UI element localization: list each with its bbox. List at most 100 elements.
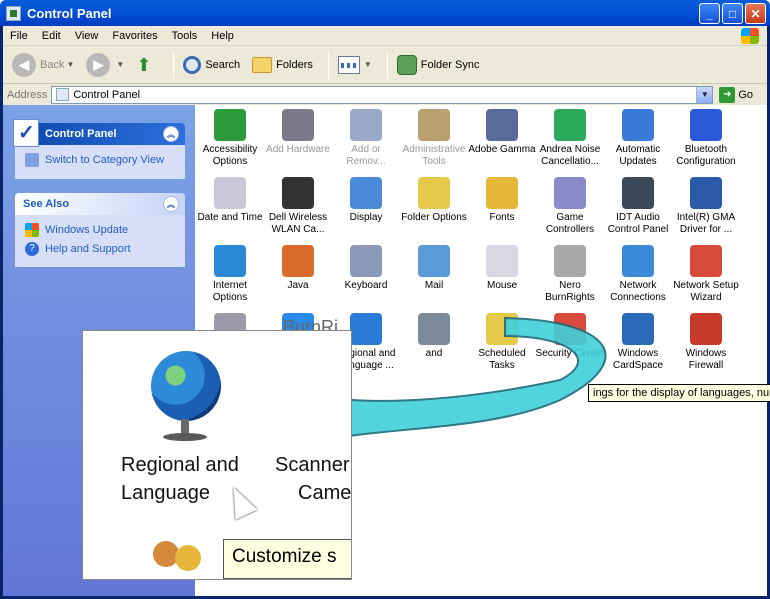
cp-item-label: Internet Options (212, 280, 248, 303)
cp-item-label: Game Controllers (545, 212, 595, 235)
zoom-tooltip: Customize s (223, 539, 351, 579)
cp-item-icon (690, 109, 722, 141)
cp-item[interactable]: Adobe Gamma (467, 109, 537, 156)
cp-item[interactable]: Andrea Noise Cancellatio... (535, 109, 605, 168)
cp-item-icon (418, 313, 450, 345)
cp-item-icon (214, 177, 246, 209)
cp-item[interactable]: Network Setup Wizard (671, 245, 741, 304)
cp-item-label: Windows Firewall (685, 348, 727, 371)
close-button[interactable]: ✕ (745, 3, 766, 24)
cp-item-icon (622, 245, 654, 277)
folder-icon (252, 56, 273, 73)
cp-item[interactable]: Dell Wireless WLAN Ca... (263, 177, 333, 236)
switch-category-view-link[interactable]: Switch to Category View (25, 153, 175, 167)
cp-item-icon (690, 177, 722, 209)
cp-item[interactable]: Automatic Updates (603, 109, 673, 168)
menu-help[interactable]: Help (204, 30, 241, 42)
chevron-down-icon[interactable]: ▼ (66, 60, 74, 69)
cp-item[interactable]: Keyboard (331, 245, 401, 292)
menu-file[interactable]: File (3, 30, 35, 42)
cp-item[interactable]: Windows CardSpace (603, 313, 673, 372)
back-button[interactable]: ◀ Back ▼ (9, 50, 77, 80)
folders-button[interactable]: Folders (249, 50, 316, 80)
cp-item-icon (486, 109, 518, 141)
cp-item-label: Display (349, 212, 383, 223)
folders-label: Folders (276, 58, 313, 71)
cp-item-label: Bluetooth Configuration (676, 144, 736, 167)
views-button[interactable]: ▼ (335, 50, 375, 80)
cp-item[interactable]: Internet Options (195, 245, 265, 304)
see-also-header[interactable]: See Also ︽ (15, 193, 185, 215)
menu-tools[interactable]: Tools (165, 30, 205, 42)
cp-item[interactable]: Folder Options (399, 177, 469, 224)
cp-item[interactable]: Windows Firewall (671, 313, 741, 372)
cp-item[interactable]: Display (331, 177, 401, 224)
views-icon (337, 55, 360, 74)
cp-item-icon (418, 109, 450, 141)
cp-item-icon (690, 245, 722, 277)
cp-item[interactable]: Accessibility Options (195, 109, 265, 168)
search-button[interactable]: Search (180, 50, 243, 80)
title-bar[interactable]: Control Panel _ □ ✕ (0, 0, 770, 26)
menu-edit[interactable]: Edit (35, 30, 68, 42)
minimize-button[interactable]: _ (699, 3, 720, 24)
windows-update-link[interactable]: Windows Update (25, 223, 175, 237)
cp-item-label: Mouse (486, 280, 517, 291)
address-input[interactable]: Control Panel ▼ (51, 85, 714, 104)
toolbar-separator (327, 50, 329, 79)
cp-item[interactable]: Add or Remov... (331, 109, 401, 168)
chevron-down-icon[interactable]: ▼ (696, 86, 713, 103)
menu-favorites[interactable]: Favorites (105, 30, 164, 42)
cp-item[interactable]: Scheduled Tasks (467, 313, 537, 372)
see-also-box: See Also ︽ Windows Update ? Help and Sup… (15, 193, 185, 267)
up-button[interactable]: ⬆ (133, 50, 161, 80)
maximize-button[interactable]: □ (722, 3, 743, 24)
cp-item-label: Accessibility Options (202, 144, 258, 167)
cp-item-icon (554, 245, 586, 277)
cp-item[interactable]: Fonts (467, 177, 537, 224)
control-panel-header[interactable]: Control Panel ︽ (13, 119, 185, 147)
cp-item-icon (282, 109, 314, 141)
forward-button[interactable]: ▶ ▼ (83, 50, 127, 80)
cp-item-icon (282, 245, 314, 277)
chevron-down-icon[interactable]: ▼ (364, 60, 372, 69)
cp-item[interactable]: Network Connections (603, 245, 673, 304)
cp-item[interactable]: Security Center (535, 313, 605, 360)
cp-item[interactable]: and (399, 313, 469, 360)
folder-sync-button[interactable]: Folder Sync (394, 50, 483, 80)
cp-item[interactable]: Nero BurnRights (535, 245, 605, 304)
go-button[interactable]: ➜ Go (719, 86, 753, 103)
cp-item[interactable]: IDT Audio Control Panel (603, 177, 673, 236)
menu-view[interactable]: View (68, 30, 106, 42)
cp-item-label: Security Center (535, 348, 605, 359)
cp-item-label: Add Hardware (266, 144, 330, 155)
cp-item-icon (622, 109, 654, 141)
cp-item[interactable]: Java (263, 245, 333, 292)
cp-item[interactable]: Add Hardware (263, 109, 333, 156)
cp-item-label: and (425, 348, 443, 359)
cp-item[interactable]: Intel(R) GMA Driver for ... (671, 177, 741, 236)
cp-item-icon (350, 245, 382, 277)
cp-item[interactable]: Date and Time (195, 177, 265, 224)
folder-sync-label: Folder Sync (420, 58, 480, 71)
cp-item-icon (690, 313, 722, 345)
collapse-chevron-icon[interactable]: ︽ (163, 126, 179, 142)
cp-item-label: Adobe Gamma (468, 144, 536, 155)
back-arrow-icon: ◀ (12, 52, 36, 77)
cp-item-label: Keyboard (344, 280, 388, 291)
control-panel-icon (13, 119, 39, 147)
cp-item[interactable]: Bluetooth Configuration (671, 109, 741, 168)
cp-item[interactable]: Administrative Tools (399, 109, 469, 168)
windows-update-icon (25, 223, 39, 237)
toolbar-separator (386, 50, 388, 79)
help-support-link[interactable]: ? Help and Support (25, 242, 175, 256)
help-icon: ? (25, 242, 39, 256)
cp-item-label: Java (287, 280, 309, 291)
chevron-down-icon[interactable]: ▼ (116, 60, 124, 69)
cp-item[interactable]: Mouse (467, 245, 537, 292)
cp-item[interactable]: Game Controllers (535, 177, 605, 236)
cp-item-icon (622, 177, 654, 209)
collapse-chevron-icon[interactable]: ︽ (163, 196, 179, 212)
cp-item-icon (214, 245, 246, 277)
cp-item[interactable]: Mail (399, 245, 469, 292)
